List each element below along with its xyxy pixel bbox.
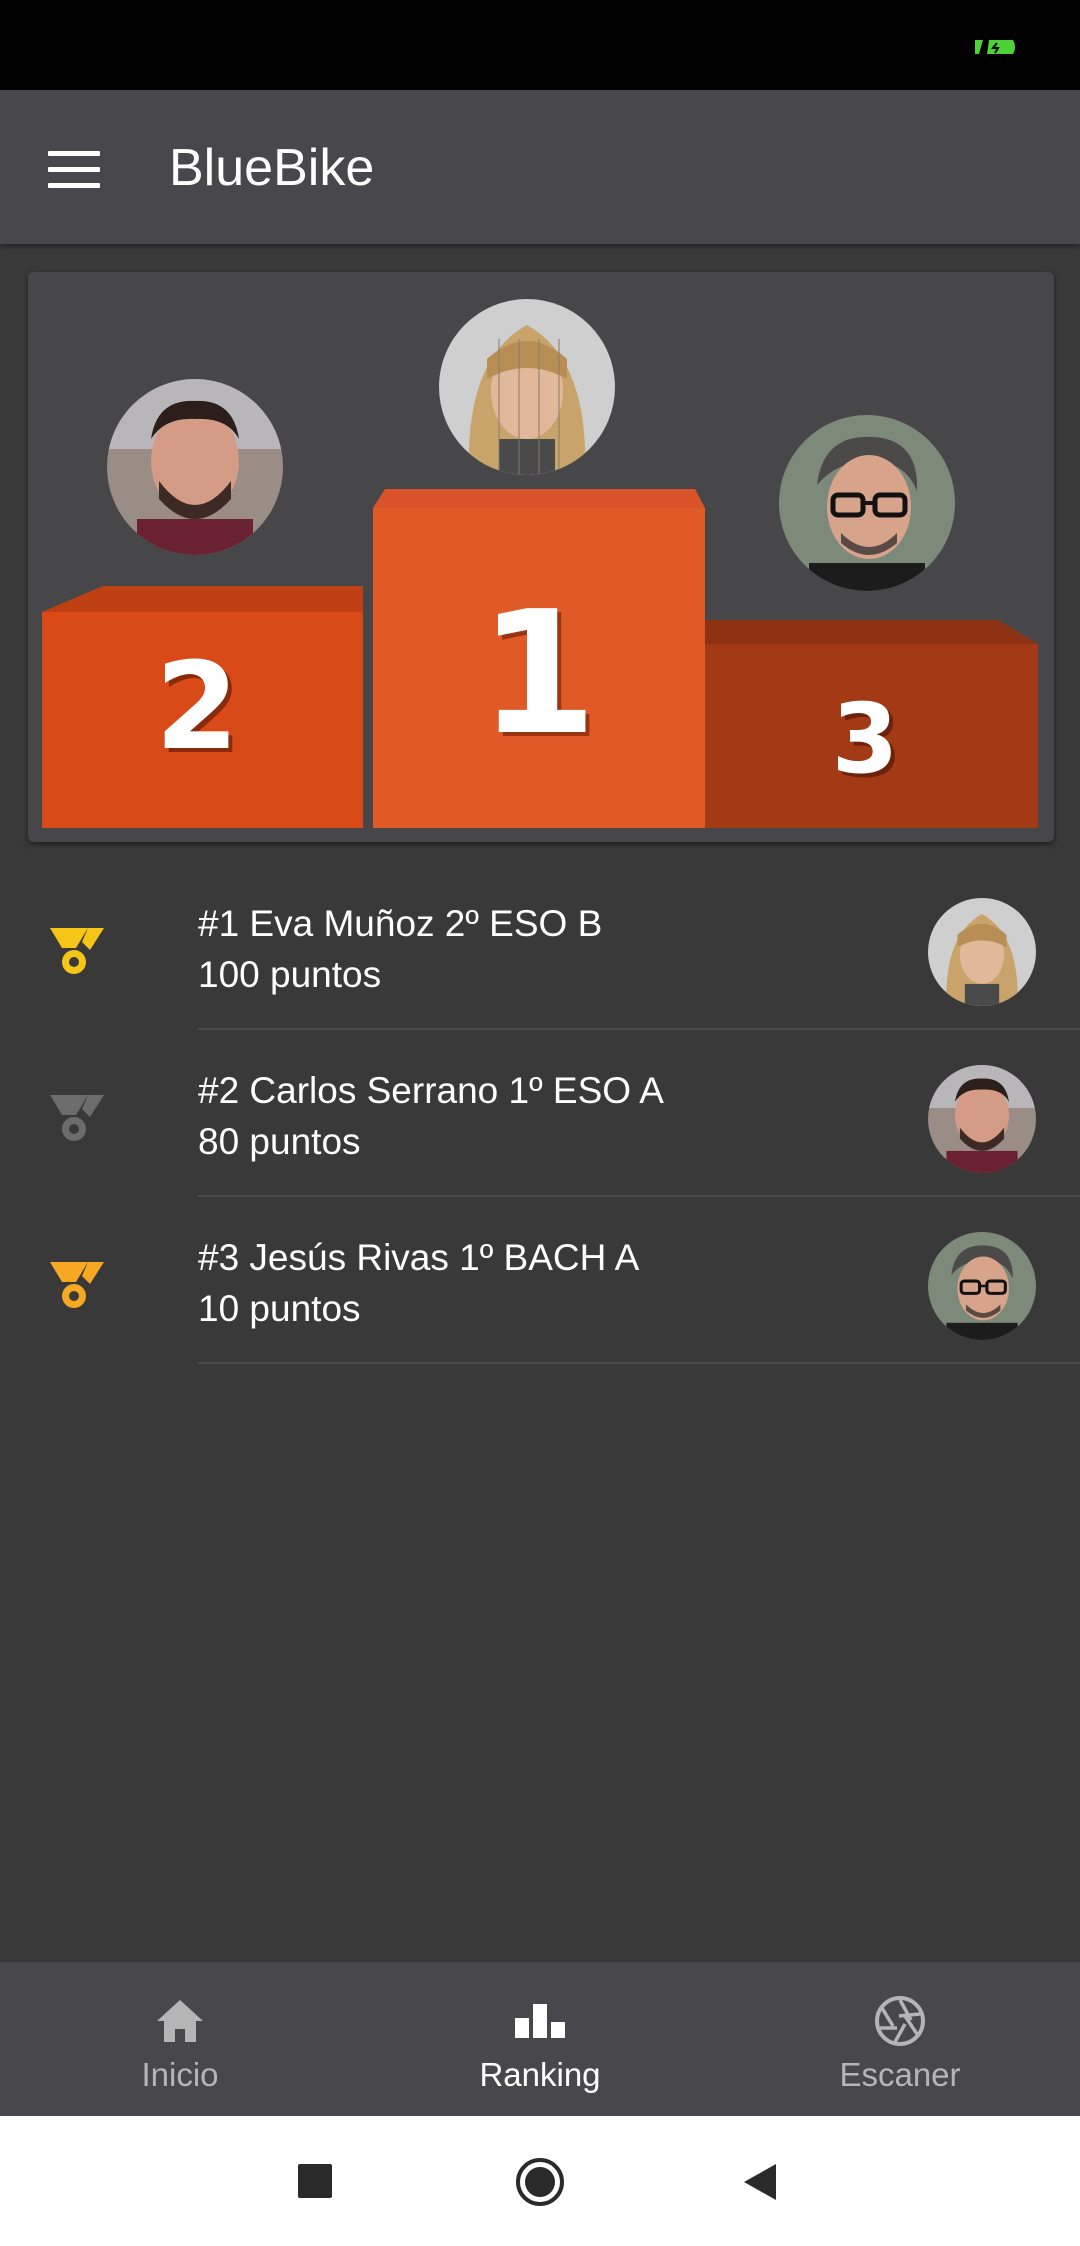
avatar-jesus-icon [779,415,955,591]
app-title: BlueBike [169,139,375,197]
ranking-entry-text: #2 Carlos Serrano 1º ESO A 80 puntos [198,1065,664,1167]
ranking-entry-title: #3 Jesús Rivas 1º BACH A [198,1237,640,1278]
status-bar [0,0,1080,90]
home-circle-icon [516,2158,564,2206]
shutter-icon [875,1996,925,2046]
podium-number-2-face: 2 [155,638,239,777]
avatar-jesus-icon [928,1232,1036,1340]
podium-block-3: 3 3 [705,620,1038,828]
list-item[interactable]: #1 Eva Muñoz 2º ESO B 100 puntos [0,862,1080,1030]
nav-label-ranking: Ranking [479,2056,601,2093]
ranking-entry-title: #1 Eva Muñoz 2º ESO B [198,903,603,944]
home-icon [157,2000,203,2042]
back-button[interactable] [742,2162,780,2202]
avatar-eva-icon [928,898,1036,1006]
nav-item-escaner[interactable]: Escaner [720,1962,1080,2116]
ranking-entry-title: #2 Carlos Serrano 1º ESO A [198,1070,664,1111]
ranking-entry-points: 80 puntos [198,1121,361,1162]
podium-block-1: 1 1 [373,489,705,828]
medal-bronze-icon [50,1262,104,1308]
ranking-entry-text: #1 Eva Muñoz 2º ESO B 100 puntos [198,898,602,1000]
nav-item-inicio[interactable]: Inicio [0,1962,360,2116]
podium-number-1-face: 1 [479,575,597,773]
podium-block-2: 2 2 [42,586,363,828]
app-bar: BlueBike [0,90,1080,244]
medal-silver-icon [50,1095,104,1141]
avatar-carlos-icon [928,1065,1036,1173]
menu-icon-line [48,183,100,188]
divider [198,1362,1080,1364]
medal-gold-icon [50,928,104,974]
back-icon [744,2164,776,2200]
nav-label-inicio: Inicio [141,2056,219,2093]
list-item[interactable]: #2 Carlos Serrano 1º ESO A 80 puntos [0,1029,1080,1197]
home-button[interactable] [514,2156,566,2208]
bottom-navigation: Inicio Ranking Escaner [0,1962,1080,2116]
menu-icon [48,151,100,156]
bar-chart-icon [515,2004,565,2038]
avatar-carlos-icon [107,379,283,555]
system-navigation-bar [0,2116,1080,2246]
ranking-entry-points: 100 puntos [198,954,382,995]
nav-label-escaner: Escaner [839,2056,961,2093]
recents-button[interactable] [298,2164,332,2198]
ranking-entry-points: 10 puntos [198,1288,361,1329]
avatar-eva-icon [439,299,615,475]
list-item[interactable]: #3 Jesús Rivas 1º BACH A 10 puntos [0,1196,1080,1364]
podium-card: 2 2 3 3 1 1 [28,272,1054,842]
menu-icon-line [48,167,100,172]
nav-item-ranking[interactable]: Ranking [360,1962,720,2116]
ranking-entry-text: #3 Jesús Rivas 1º BACH A 10 puntos [198,1232,639,1334]
battery-icon [975,40,1015,54]
menu-button[interactable] [38,138,108,202]
podium-number-3-face: 3 [832,683,899,795]
